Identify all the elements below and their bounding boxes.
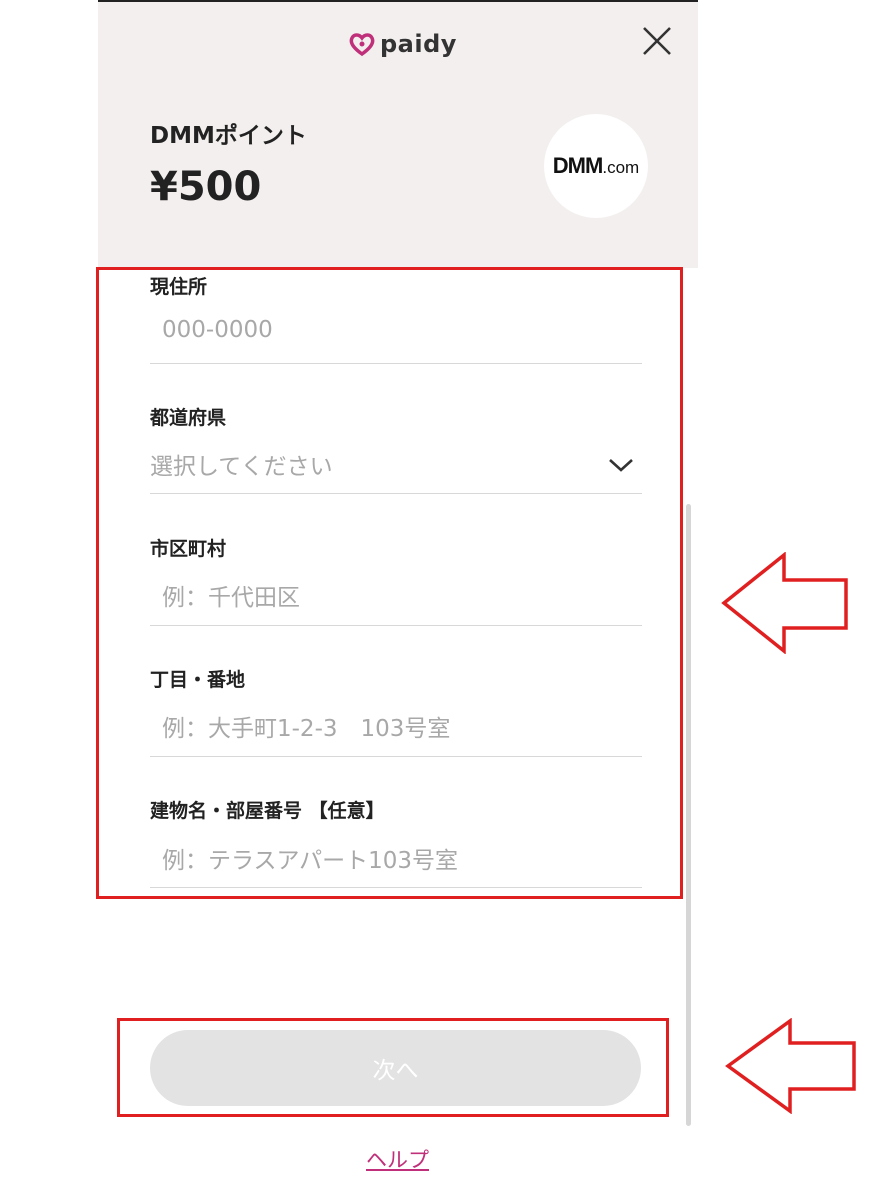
merchant-logo: DMM.com	[544, 114, 648, 218]
help-link[interactable]: ヘルプ	[366, 1144, 429, 1174]
paidy-logo: paidy	[348, 28, 457, 60]
brand-name: paidy	[380, 30, 457, 58]
order-amount: ¥500	[150, 164, 262, 210]
annotation-box-form	[96, 267, 683, 899]
annotation-arrow-icon	[721, 552, 848, 654]
close-icon[interactable]	[640, 24, 674, 58]
annotation-box-button	[117, 1018, 669, 1117]
annotation-arrow-icon	[725, 1018, 856, 1114]
merchant-logo-text: DMM.com	[552, 153, 640, 178]
paidy-logo-icon	[349, 33, 375, 57]
merchant-name: DMMポイント	[150, 123, 307, 149]
scrollbar[interactable]	[686, 504, 691, 1126]
